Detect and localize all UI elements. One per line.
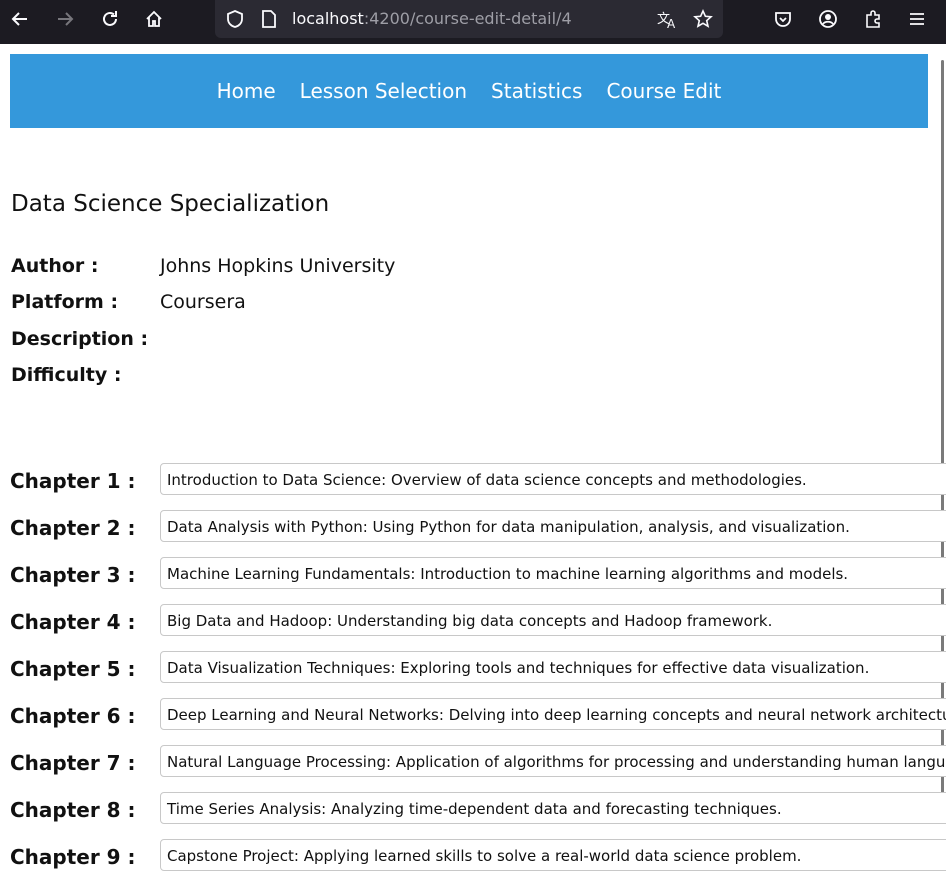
- chapter-label: Chapter 1 :: [10, 469, 136, 493]
- translate-icon[interactable]: 文A: [651, 0, 685, 38]
- svg-text:A: A: [667, 17, 676, 29]
- chapter-label: Chapter 6 :: [10, 704, 136, 728]
- nav-link-course-edit[interactable]: Course Edit: [606, 79, 721, 103]
- pocket-icon[interactable]: [766, 0, 800, 38]
- star-icon[interactable]: [686, 0, 720, 38]
- chapter-input[interactable]: Capstone Project: Applying learned skill…: [160, 839, 946, 871]
- extensions-icon[interactable]: [856, 0, 890, 38]
- chapter-row: Chapter 4 : Big Data and Hadoop: Underst…: [10, 604, 946, 640]
- chapter-row: Chapter 9 : Capstone Project: Applying l…: [10, 839, 946, 875]
- forward-icon[interactable]: [48, 0, 82, 38]
- nav-link-home[interactable]: Home: [217, 79, 276, 103]
- account-icon[interactable]: [811, 0, 845, 38]
- chapter-label: Chapter 2 :: [10, 516, 136, 540]
- chapter-label: Chapter 9 :: [10, 845, 136, 869]
- chapter-row: Chapter 2 : Data Analysis with Python: U…: [10, 510, 946, 546]
- menu-icon[interactable]: [900, 0, 934, 38]
- nav-link-lesson-selection[interactable]: Lesson Selection: [300, 79, 467, 103]
- chapter-input[interactable]: Time Series Analysis: Analyzing time-dep…: [160, 792, 946, 824]
- chapter-label: Chapter 5 :: [10, 657, 136, 681]
- browser-toolbar: localhost:4200/course-edit-detail/4 文A: [0, 0, 946, 44]
- reload-icon[interactable]: [93, 0, 127, 38]
- main-nav: Home Lesson Selection Statistics Course …: [10, 54, 928, 128]
- back-icon[interactable]: [3, 0, 37, 38]
- chapter-row: Chapter 1 : Introduction to Data Science…: [10, 463, 946, 499]
- shield-icon[interactable]: [218, 0, 252, 38]
- url-path: :4200/course-edit-detail/4: [363, 9, 572, 28]
- chapter-row: Chapter 7 : Natural Language Processing:…: [10, 745, 946, 781]
- nav-link-statistics[interactable]: Statistics: [491, 79, 582, 103]
- chapter-row: Chapter 5 : Data Visualization Technique…: [10, 651, 946, 687]
- chapter-label: Chapter 4 :: [10, 610, 136, 634]
- url-bar[interactable]: localhost:4200/course-edit-detail/4 文A: [215, 0, 723, 38]
- url-host: localhost: [292, 9, 364, 28]
- platform-value: Coursera: [160, 291, 246, 313]
- chapter-input[interactable]: Machine Learning Fundamentals: Introduct…: [160, 557, 946, 589]
- chapter-row: Chapter 6 : Deep Learning and Neural Net…: [10, 698, 946, 734]
- author-label: Author :: [11, 255, 99, 277]
- chapter-input[interactable]: Data Analysis with Python: Using Python …: [160, 510, 946, 542]
- chapter-input[interactable]: Big Data and Hadoop: Understanding big d…: [160, 604, 946, 636]
- chapter-label: Chapter 7 :: [10, 751, 136, 775]
- chapter-input[interactable]: Introduction to Data Science: Overview o…: [160, 463, 946, 495]
- chapter-row: Chapter 8 : Time Series Analysis: Analyz…: [10, 792, 946, 828]
- home-icon[interactable]: [137, 0, 171, 38]
- chapter-label: Chapter 8 :: [10, 798, 136, 822]
- chapter-row: Chapter 3 : Machine Learning Fundamental…: [10, 557, 946, 593]
- url-text[interactable]: localhost:4200/course-edit-detail/4: [292, 9, 572, 29]
- course-title: Data Science Specialization: [11, 191, 330, 217]
- chapter-label: Chapter 3 :: [10, 563, 136, 587]
- author-value: Johns Hopkins University: [160, 255, 396, 277]
- chapter-input[interactable]: Data Visualization Techniques: Exploring…: [160, 651, 946, 683]
- platform-label: Platform :: [11, 291, 119, 313]
- difficulty-label: Difficulty :: [11, 364, 122, 386]
- page-icon[interactable]: [252, 0, 286, 38]
- chapter-input[interactable]: Deep Learning and Neural Networks: Delvi…: [160, 698, 946, 730]
- description-label: Description :: [11, 328, 149, 350]
- chapter-input[interactable]: Natural Language Processing: Application…: [160, 745, 946, 777]
